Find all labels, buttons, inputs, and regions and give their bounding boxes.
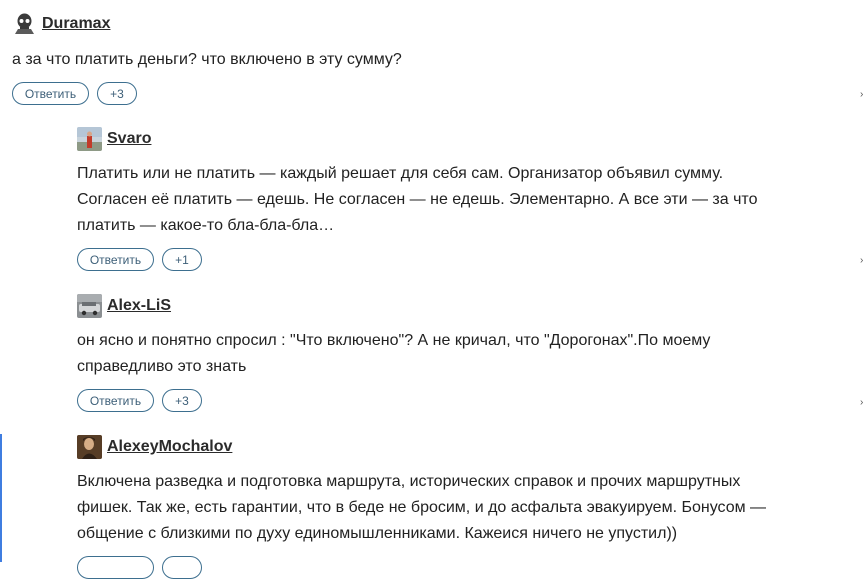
- comment-alex-lis: Alex-LiS он ясно и понятно спросил : "Чт…: [77, 294, 864, 412]
- comment-text-line: платить — какое-то бла-бла-бла…: [77, 217, 335, 234]
- author-link[interactable]: Svaro: [107, 130, 151, 148]
- vote-count-button[interactable]: +3: [97, 82, 137, 105]
- comment-text: а за что платить деньги? что включено в …: [12, 51, 402, 68]
- author-link[interactable]: AlexeyMochalov: [107, 438, 232, 456]
- author-link[interactable]: Duramax: [42, 15, 110, 33]
- comment-text-line: Платить или не платить — каждый решает д…: [77, 165, 724, 182]
- chevron-right-icon[interactable]: ›: [860, 90, 864, 99]
- comment-svaro: Svaro Платить или не платить — каждый ре…: [77, 127, 864, 271]
- comment-text: Платить или не платить — каждый решает д…: [77, 161, 864, 239]
- avatar[interactable]: [12, 12, 37, 36]
- reply-button[interactable]: Ответить: [12, 82, 89, 105]
- vote-count-button[interactable]: +3: [162, 389, 202, 412]
- comment-text: Включена разведка и подготовка маршрута,…: [77, 469, 864, 547]
- skull-avatar-icon: [12, 12, 37, 36]
- comment-header: AlexeyMochalov: [77, 435, 864, 459]
- landscape-avatar-icon: [77, 127, 102, 151]
- chevron-right-icon[interactable]: ›: [860, 398, 864, 407]
- comment-text-line: общение с близкими по духу единомышленни…: [77, 525, 678, 542]
- avatar[interactable]: [77, 294, 102, 318]
- comment-actions: Ответить +1: [77, 248, 864, 271]
- comment-text-line: Включена разведка и подготовка маршрута,…: [77, 473, 741, 490]
- reply-button[interactable]: Ответить: [77, 389, 154, 412]
- avatar[interactable]: [77, 435, 102, 459]
- author-link[interactable]: Alex-LiS: [107, 297, 171, 315]
- portrait-avatar-icon: [77, 435, 102, 459]
- comment-header: Duramax: [12, 12, 864, 36]
- reply-button[interactable]: Ответить: [77, 248, 154, 271]
- comment-text-line: Согласен её платить — едешь. Не согласен…: [77, 191, 758, 208]
- comment-actions: [77, 556, 864, 579]
- comment-header: Svaro: [77, 127, 864, 151]
- vote-count-button[interactable]: +1: [162, 248, 202, 271]
- car-avatar-icon: [77, 294, 102, 318]
- chevron-right-icon[interactable]: ›: [860, 256, 864, 265]
- comment-text-line: фишек. Так же, есть гарантии, что в беде…: [77, 499, 767, 516]
- comment-actions: Ответить +3: [77, 389, 864, 412]
- comment-alexeymochalov: AlexeyMochalov Включена разведка и подго…: [77, 435, 864, 579]
- reply-button[interactable]: [77, 556, 154, 579]
- comment-text-line: справедливо это знать: [77, 358, 247, 375]
- vote-count-button[interactable]: [162, 556, 202, 579]
- comment-text: он ясно и понятно спросил : "Что включен…: [77, 328, 864, 380]
- comment-text-line: он ясно и понятно спросил : "Что включен…: [77, 332, 711, 349]
- comment-actions: Ответить +3: [12, 82, 864, 105]
- thread-highlight-bar: [0, 434, 2, 562]
- avatar[interactable]: [77, 127, 102, 151]
- comment-header: Alex-LiS: [77, 294, 864, 318]
- comment-duramax: Duramax а за что платить деньги? что вкл…: [12, 12, 864, 105]
